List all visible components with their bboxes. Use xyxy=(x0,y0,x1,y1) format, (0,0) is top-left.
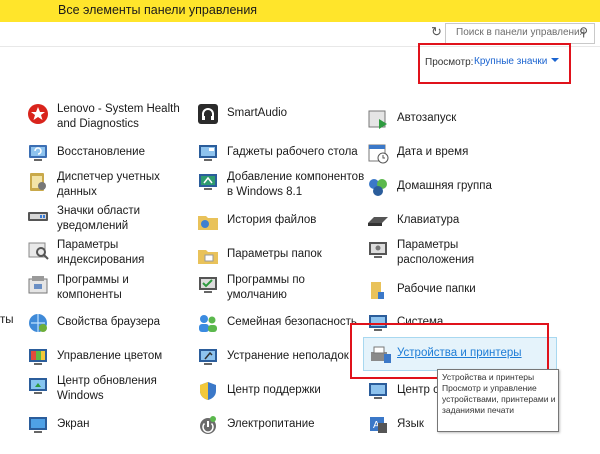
item-label: Язык xyxy=(397,418,424,430)
item-label: Автозапуск xyxy=(397,112,457,124)
view-label: Просмотр: xyxy=(425,57,474,68)
tooltip-line: устройствами, принтерами и xyxy=(442,394,556,404)
item-label: Центр поддержки xyxy=(227,384,321,396)
item-label: Диспетчер учетных данных xyxy=(57,171,160,198)
lenovo-health-icon xyxy=(28,104,48,124)
file-history-icon xyxy=(198,216,218,230)
item-label: Восстановление xyxy=(57,146,145,158)
display-icon xyxy=(29,417,47,433)
item-label: Гаджеты рабочего стола xyxy=(227,146,358,158)
internet-options-icon xyxy=(29,314,47,332)
tooltip-line: Просмотр и управление xyxy=(442,383,537,393)
tooltip-line: заданиями печати xyxy=(442,405,514,415)
item-label: Экран xyxy=(57,418,90,430)
window-title: Все элементы панели управления xyxy=(58,3,258,17)
search-input[interactable]: Поиск в панели управления ⚲ xyxy=(445,23,595,44)
programs-icon xyxy=(28,276,48,294)
power-options-icon xyxy=(200,416,216,434)
item-label: Рабочие папки xyxy=(397,283,476,295)
date-time-icon xyxy=(368,144,389,164)
autoplay-icon xyxy=(368,110,387,129)
indexing-icon xyxy=(28,242,49,260)
item-label: Дата и время xyxy=(397,146,469,158)
item-label: Управление цветом xyxy=(57,350,163,362)
left-edge-label: ты xyxy=(0,314,14,326)
item-label: Значки области уведомлений xyxy=(57,205,141,232)
item-label: Домашняя группа xyxy=(397,180,492,192)
desktop-gadgets-icon xyxy=(199,145,217,161)
credential-manager-icon xyxy=(30,173,46,191)
tooltip-title: Устройства и принтеры xyxy=(442,372,535,382)
notification-icons-icon xyxy=(28,212,48,221)
folder-options-icon xyxy=(198,250,218,264)
network-center-icon xyxy=(369,383,387,399)
item-label: Центр с xyxy=(397,384,439,396)
search-placeholder: Поиск в панели управления xyxy=(456,27,586,38)
color-management-icon xyxy=(29,349,47,365)
chevron-down-icon xyxy=(551,58,560,62)
item-label: Lenovo - System Health and Diagnostics xyxy=(57,103,180,130)
item-label: Электропитание xyxy=(227,418,315,430)
item-label: Программы по умолчанию xyxy=(227,274,305,301)
item-label: Параметры папок xyxy=(227,248,322,260)
search-icon[interactable]: ⚲ xyxy=(579,25,588,39)
item-label: SmartAudio xyxy=(227,107,288,119)
family-safety-icon xyxy=(199,315,217,332)
view-selector[interactable]: Крупные значки xyxy=(474,56,560,67)
item-label: История файлов xyxy=(227,214,317,226)
location-icon xyxy=(369,242,387,258)
troubleshooting-icon xyxy=(199,349,217,365)
action-center-icon xyxy=(200,382,216,400)
item-label: Клавиатура xyxy=(397,214,460,226)
item-label: Параметры расположения xyxy=(397,239,475,266)
tooltip: Устройства и принтеры Просмотр и управле… xyxy=(437,369,559,432)
item-label: Семейная безопасность xyxy=(227,316,357,328)
item-label: Параметры индексирования xyxy=(57,239,145,266)
title-bar: Все элементы панели управления xyxy=(0,0,600,22)
windows-update-icon xyxy=(29,378,47,394)
item-label: Свойства браузера xyxy=(57,316,161,328)
work-folders-icon xyxy=(371,282,384,299)
default-programs-icon xyxy=(199,277,217,293)
item-label: Добавление компонентов в Windows 8.1 xyxy=(227,171,365,198)
keyboard-icon xyxy=(368,217,388,226)
smartaudio-icon xyxy=(198,104,218,124)
add-features-icon xyxy=(199,174,217,190)
item-label: Центр обновления Windows xyxy=(57,375,157,402)
view-selected-value: Крупные значки xyxy=(474,56,548,67)
recovery-icon xyxy=(29,145,47,161)
refresh-icon[interactable]: ↻ xyxy=(431,24,442,40)
item-label: Программы и компоненты xyxy=(57,274,129,301)
item-label: Устранение неполадок xyxy=(227,350,349,362)
homegroup-icon xyxy=(369,179,387,196)
language-icon: A xyxy=(370,417,387,433)
